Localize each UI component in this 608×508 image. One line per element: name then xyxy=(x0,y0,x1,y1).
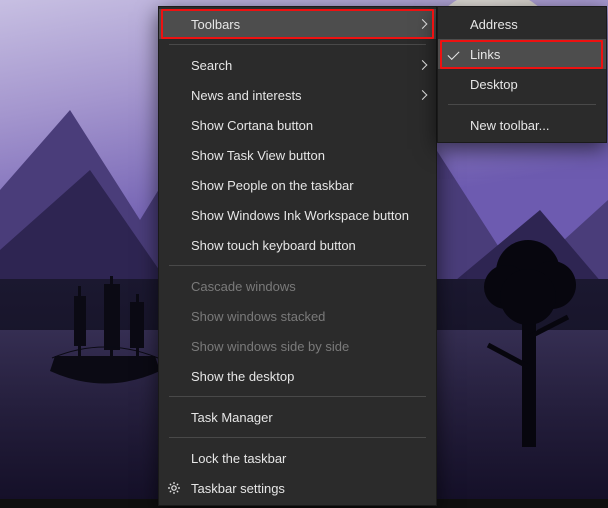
menu-item-label: Cascade windows xyxy=(191,279,296,294)
check-icon xyxy=(448,51,459,57)
menu-item-label: Lock the taskbar xyxy=(191,451,286,466)
menu-item-show-people[interactable]: Show People on the taskbar xyxy=(159,170,436,200)
menu-item-label: New toolbar... xyxy=(470,118,550,133)
menu-item-label: Show the desktop xyxy=(191,369,294,384)
menu-item-lock-taskbar[interactable]: Lock the taskbar xyxy=(159,443,436,473)
submenu-item-new-toolbar[interactable]: New toolbar... xyxy=(438,110,606,140)
menu-separator xyxy=(169,437,426,438)
taskbar-context-menu: Toolbars Search News and interests Show … xyxy=(158,6,437,506)
menu-item-show-windows-side-by-side: Show windows side by side xyxy=(159,331,436,361)
menu-item-label: News and interests xyxy=(191,88,302,103)
menu-item-show-windows-stacked: Show windows stacked xyxy=(159,301,436,331)
menu-item-label: Task Manager xyxy=(191,410,273,425)
menu-item-label: Show windows stacked xyxy=(191,309,325,324)
menu-separator xyxy=(169,396,426,397)
menu-item-news-and-interests[interactable]: News and interests xyxy=(159,80,436,110)
menu-separator xyxy=(169,44,426,45)
menu-item-label: Show touch keyboard button xyxy=(191,238,356,253)
menu-item-show-task-view[interactable]: Show Task View button xyxy=(159,140,436,170)
menu-separator xyxy=(169,265,426,266)
menu-item-label: Show windows side by side xyxy=(191,339,349,354)
submenu-item-links[interactable]: Links xyxy=(438,39,606,69)
submenu-item-address[interactable]: Address xyxy=(438,9,606,39)
menu-item-show-touch-keyboard[interactable]: Show touch keyboard button xyxy=(159,230,436,260)
menu-item-show-cortana[interactable]: Show Cortana button xyxy=(159,110,436,140)
chevron-right-icon xyxy=(419,21,426,28)
menu-item-label: Show People on the taskbar xyxy=(191,178,354,193)
menu-item-cascade-windows: Cascade windows xyxy=(159,271,436,301)
menu-item-search[interactable]: Search xyxy=(159,50,436,80)
menu-item-taskbar-settings[interactable]: Taskbar settings xyxy=(159,473,436,503)
menu-item-label: Show Task View button xyxy=(191,148,325,163)
menu-item-show-desktop[interactable]: Show the desktop xyxy=(159,361,436,391)
menu-separator xyxy=(448,104,596,105)
menu-item-label: Desktop xyxy=(470,77,518,92)
menu-item-label: Toolbars xyxy=(191,17,240,32)
menu-item-show-ink-workspace[interactable]: Show Windows Ink Workspace button xyxy=(159,200,436,230)
menu-item-label: Search xyxy=(191,58,232,73)
menu-item-task-manager[interactable]: Task Manager xyxy=(159,402,436,432)
chevron-right-icon xyxy=(419,92,426,99)
menu-item-label: Taskbar settings xyxy=(191,481,285,496)
ship-silhouette xyxy=(40,266,170,396)
menu-item-label: Show Windows Ink Workspace button xyxy=(191,208,409,223)
submenu-item-desktop[interactable]: Desktop xyxy=(438,69,606,99)
toolbars-submenu: Address Links Desktop New toolbar... xyxy=(437,6,607,143)
menu-item-label: Show Cortana button xyxy=(191,118,313,133)
menu-item-toolbars[interactable]: Toolbars xyxy=(159,9,436,39)
gear-icon xyxy=(167,481,181,495)
tree-silhouette xyxy=(468,227,588,447)
menu-item-label: Address xyxy=(470,17,518,32)
chevron-right-icon xyxy=(419,62,426,69)
menu-item-label: Links xyxy=(470,47,500,62)
